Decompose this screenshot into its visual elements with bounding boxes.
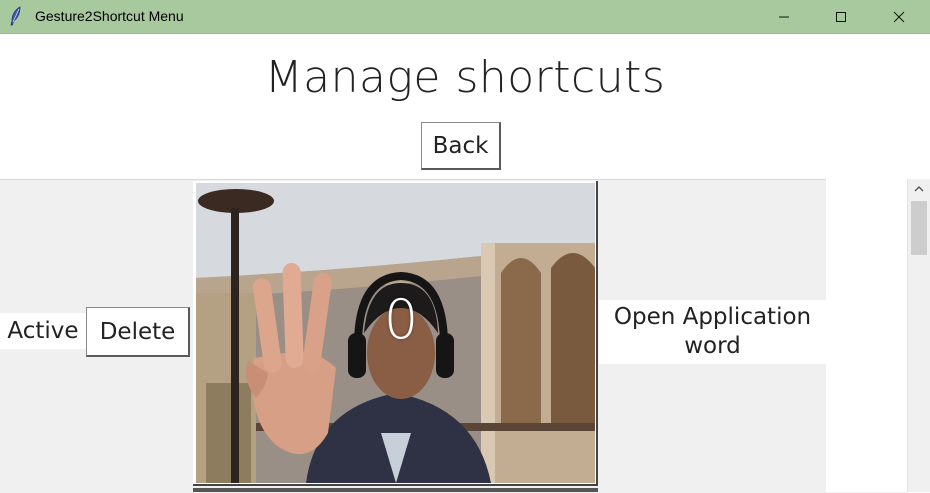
back-button[interactable]: Back: [421, 122, 501, 170]
feather-icon: [8, 6, 24, 26]
delete-button[interactable]: Delete: [86, 307, 190, 357]
shortcut-action: Open Application word: [599, 300, 826, 364]
scroll-thumb[interactable]: [911, 201, 927, 255]
scroll-up-arrow-icon[interactable]: [908, 181, 930, 197]
action-type: Open Application: [613, 304, 812, 330]
minimize-button[interactable]: [755, 0, 813, 33]
page-title: Manage shortcuts: [264, 52, 666, 103]
shortcut-status: Active: [0, 313, 86, 349]
gesture-number-label: 0: [383, 288, 419, 351]
vertical-scrollbar[interactable]: [907, 179, 930, 492]
maximize-icon: [835, 11, 847, 23]
close-icon: [893, 11, 905, 23]
next-gesture-frame-edge: [193, 488, 598, 492]
minimize-icon: [778, 11, 790, 23]
maximize-button[interactable]: [812, 0, 870, 33]
list-right-panel: [826, 179, 907, 492]
window-title: Gesture2Shortcut Menu: [35, 8, 184, 24]
close-button[interactable]: [870, 0, 928, 33]
window-titlebar: Gesture2Shortcut Menu: [0, 0, 930, 34]
action-target: word: [684, 333, 741, 359]
